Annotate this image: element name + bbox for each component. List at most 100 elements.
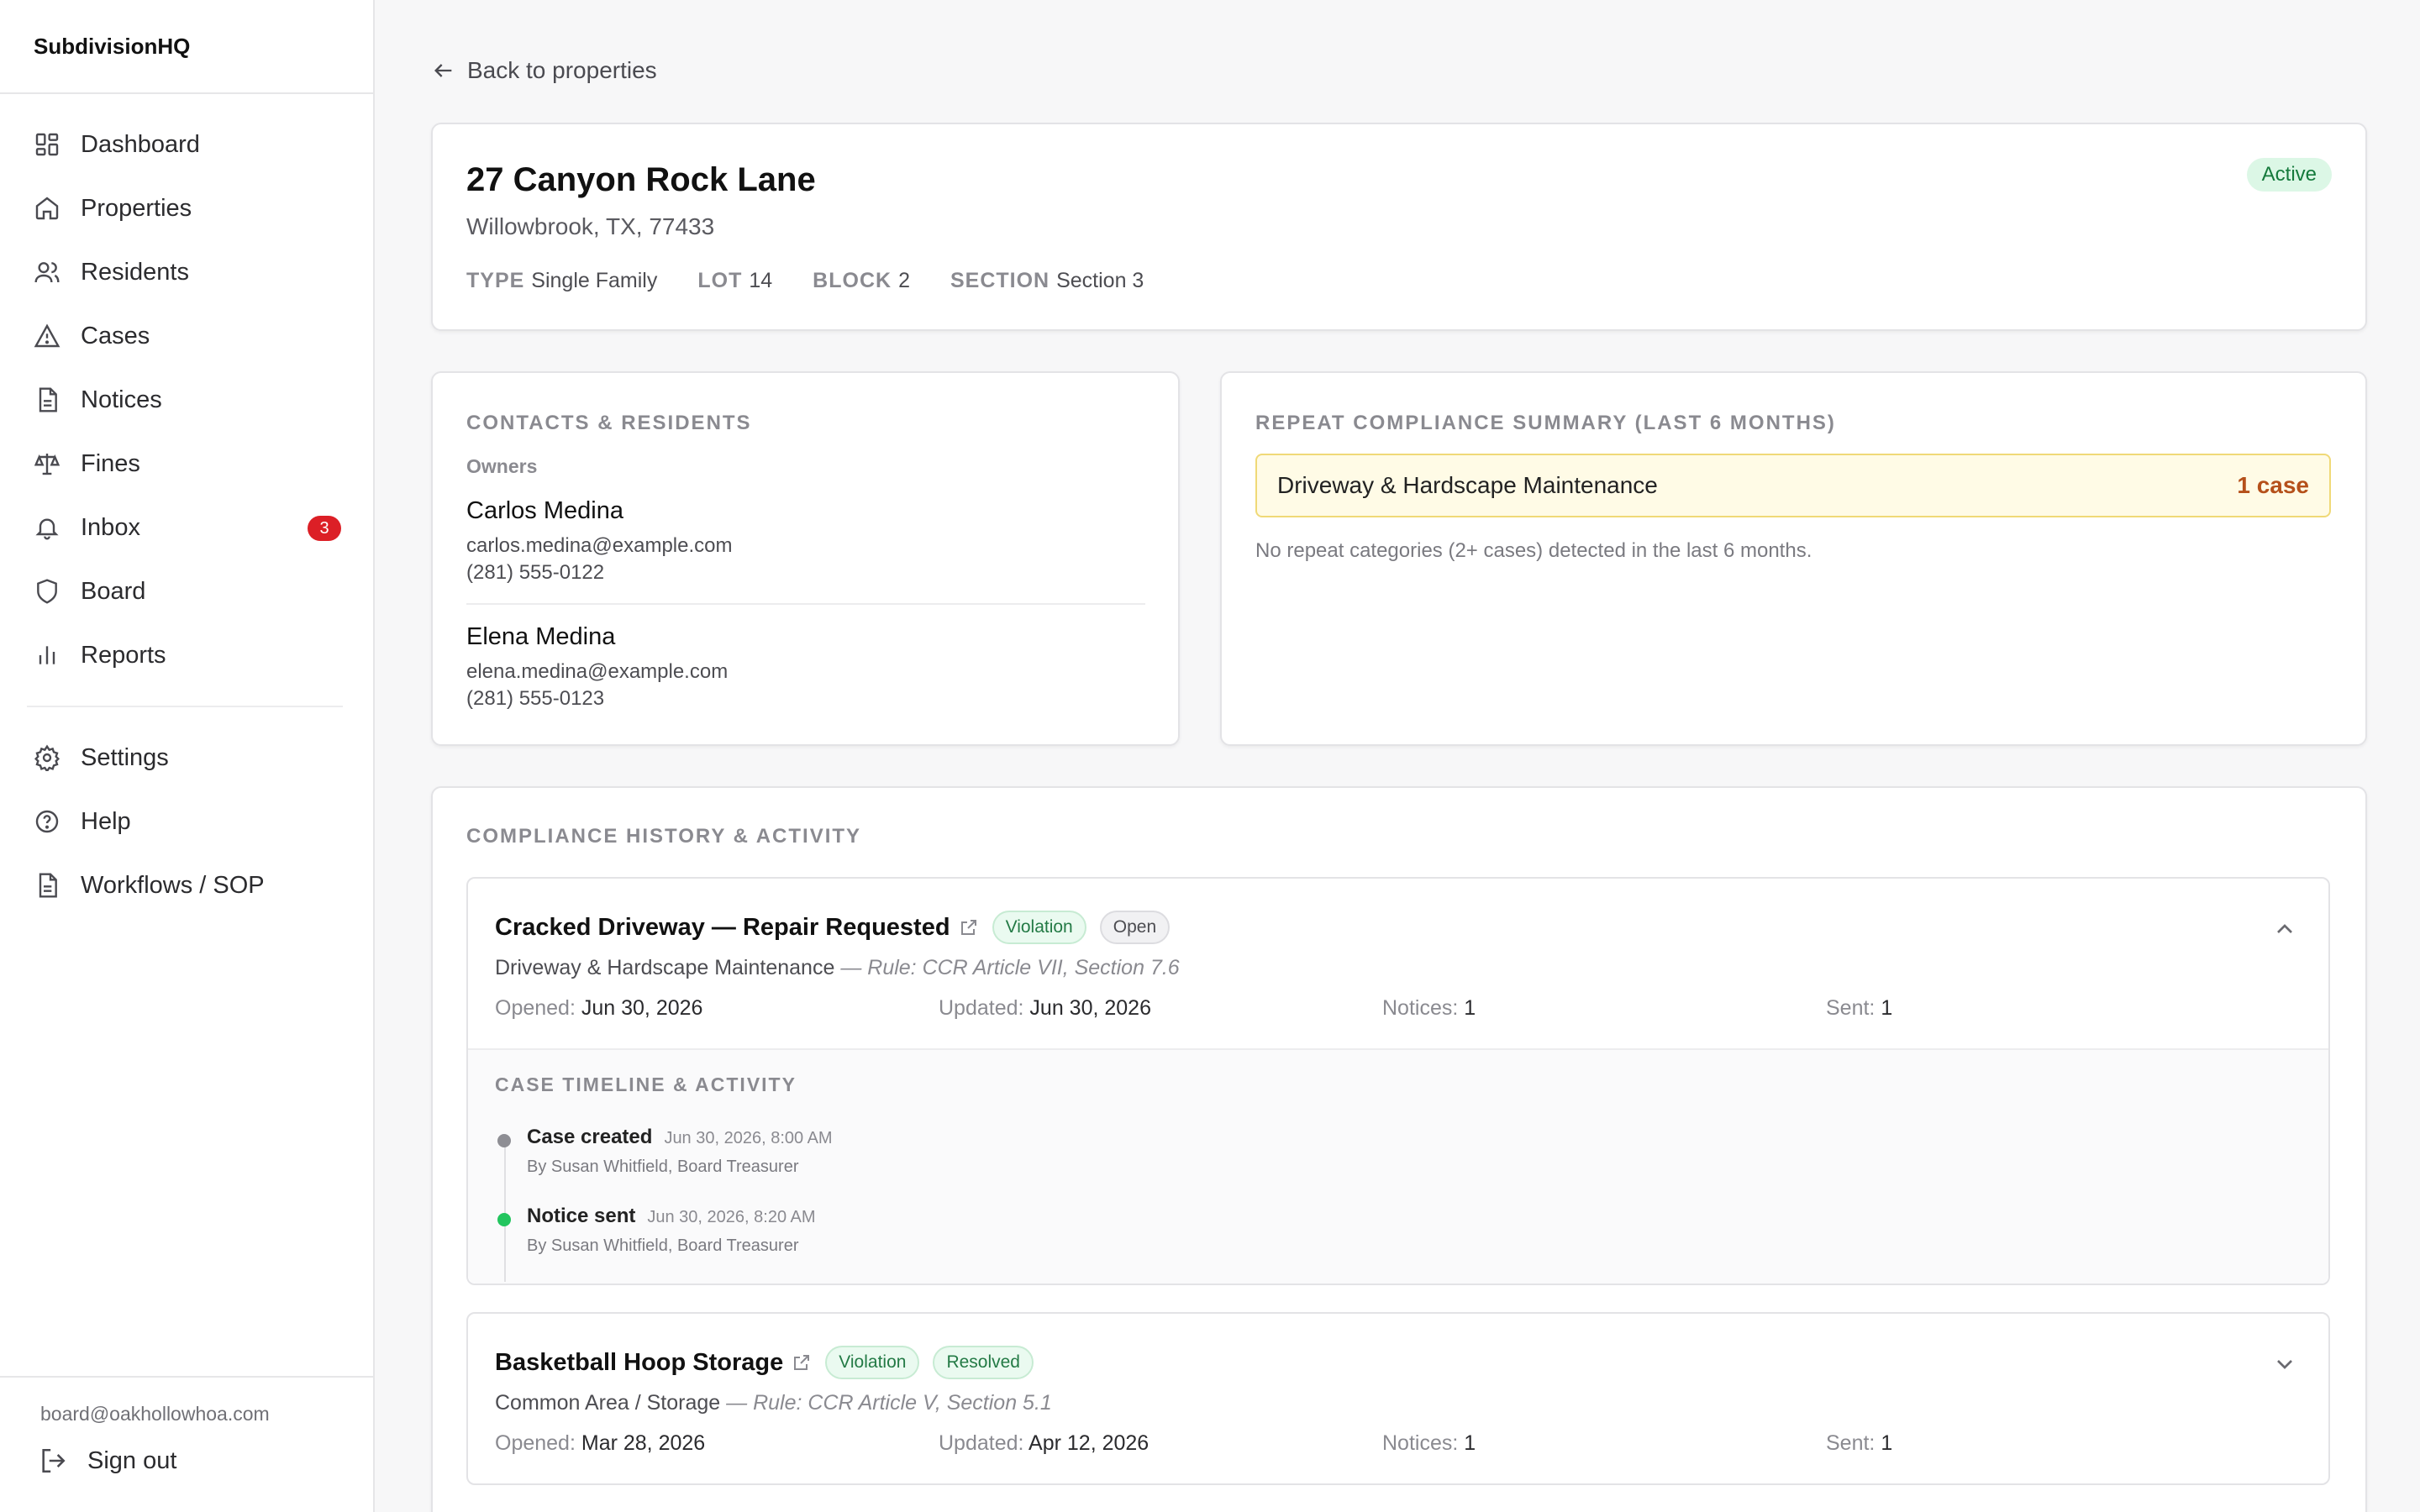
user-email: board@oakhollowhoa.com xyxy=(40,1403,270,1425)
sidebar-item-label: Dashboard xyxy=(81,130,200,158)
sign-out-button[interactable]: Sign out xyxy=(39,1446,176,1475)
external-link-icon[interactable] xyxy=(792,1352,812,1373)
case-title-row: Cracked Driveway — Repair Requested Viol… xyxy=(495,911,1171,944)
contact-email[interactable]: elena.medina@example.com xyxy=(466,659,1145,685)
sidebar-item-label: Help xyxy=(81,807,131,835)
back-label: Back to properties xyxy=(467,57,657,83)
case-stats: Opened: Mar 28, 2026 Updated: Apr 12, 20… xyxy=(495,1431,2302,1456)
case-rule: — Rule: CCR Article V, Section 5.1 xyxy=(726,1391,1052,1415)
bell-icon xyxy=(35,518,59,540)
contact-name: Elena Medina xyxy=(466,623,616,650)
timeline-event: Case created xyxy=(527,1126,653,1148)
repeat-compliance-card: REPEAT COMPLIANCE SUMMARY (LAST 6 MONTHS… xyxy=(1220,371,2367,746)
contacts-card: CONTACTS & RESIDENTS Owners Carlos Medin… xyxy=(431,371,1180,746)
property-address: Willowbrook, TX, 77433 xyxy=(466,213,715,239)
home-icon xyxy=(35,197,59,220)
case-card: Cracked Driveway — Repair Requested Viol… xyxy=(466,877,2330,1285)
case-title[interactable]: Cracked Driveway — Repair Requested xyxy=(495,914,950,942)
contact-phone[interactable]: (281) 555-0123 xyxy=(466,686,1145,711)
chevron-down-icon[interactable] xyxy=(2271,1351,2298,1378)
sidebar-item-label: Properties xyxy=(81,194,192,222)
contact-item: Carlos Medina carlos.medina@example.com … xyxy=(466,497,1145,585)
meta-lot: LOT 14 xyxy=(697,269,773,292)
nav-divider xyxy=(27,706,343,707)
property-header-card: 27 Canyon Rock Lane Willowbrook, TX, 774… xyxy=(431,123,2367,331)
help-icon xyxy=(35,810,59,833)
timeline-item: Case created Jun 30, 2026, 8:00 AM By Sus… xyxy=(497,1126,833,1177)
contact-item: Elena Medina elena.medina@example.com (2… xyxy=(466,623,1145,711)
contacts-heading: CONTACTS & RESIDENTS xyxy=(466,412,752,434)
case-title[interactable]: Basketball Hoop Storage xyxy=(495,1349,783,1377)
inbox-count-badge: 3 xyxy=(308,516,341,541)
case-category: Driveway & Hardscape Maintenance — Rule:… xyxy=(495,956,1180,979)
timeline-dot xyxy=(497,1134,511,1147)
scale-icon xyxy=(34,454,60,475)
timeline-line xyxy=(504,1141,506,1282)
property-meta: TYPE Single Family LOT 14 BLOCK 2 SECTION Se… xyxy=(466,269,1184,293)
status-tag: Open xyxy=(1099,911,1171,944)
sidebar-item-dashboard[interactable]: Dashboard xyxy=(0,113,373,176)
app-logo[interactable]: SubdivisionHQ xyxy=(0,0,373,94)
repeat-heading: REPEAT COMPLIANCE SUMMARY (LAST 6 MONTHS… xyxy=(1255,412,1836,434)
violation-tag: Violation xyxy=(825,1346,920,1379)
timeline-event: Notice sent xyxy=(527,1205,636,1227)
case-notices: Notices: 1 xyxy=(1382,1431,1476,1455)
timeline-time: Jun 30, 2026, 8:00 AM xyxy=(664,1129,833,1147)
meta-type: TYPE Single Family xyxy=(466,269,658,292)
owners-label: Owners xyxy=(466,455,538,477)
sidebar-item-label: Cases xyxy=(81,322,150,349)
case-updated: Updated: Jun 30, 2026 xyxy=(939,996,1151,1020)
sidebar-item-help[interactable]: Help xyxy=(0,790,373,853)
timeline-dot xyxy=(497,1213,511,1226)
timeline-time: Jun 30, 2026, 8:20 AM xyxy=(647,1208,816,1226)
contact-phone[interactable]: (281) 555-0122 xyxy=(466,560,1145,585)
sidebar-item-cases[interactable]: Cases xyxy=(0,304,373,368)
document-icon xyxy=(39,387,57,412)
meta-section: SECTION Section 3 xyxy=(950,269,1144,292)
timeline-item: Notice sent Jun 30, 2026, 8:20 AM By Susa… xyxy=(497,1205,816,1256)
back-to-properties-link[interactable]: Back to properties xyxy=(432,57,657,84)
timeline-author: By Susan Whitfield, Board Treasurer xyxy=(527,1236,799,1255)
sidebar-item-label: Notices xyxy=(81,386,162,413)
contact-email[interactable]: carlos.medina@example.com xyxy=(466,533,1145,559)
history-heading: COMPLIANCE HISTORY & ACTIVITY xyxy=(466,825,862,848)
sidebar-footer: board@oakhollowhoa.com Sign out xyxy=(0,1376,375,1512)
sidebar-item-label: Settings xyxy=(81,743,169,771)
chevron-up-icon[interactable] xyxy=(2271,916,2298,942)
sidebar-item-label: Board xyxy=(81,577,146,605)
sidebar-item-workflows[interactable]: Workflows / SOP xyxy=(0,853,373,917)
logout-icon xyxy=(42,1448,66,1473)
repeat-category-row: Driveway & Hardscape Maintenance 1 case xyxy=(1255,454,2331,517)
sidebar-item-reports[interactable]: Reports xyxy=(0,623,373,687)
case-card: Basketball Hoop Storage Violation Resolv… xyxy=(466,1312,2330,1485)
contact-divider xyxy=(466,603,1145,605)
timeline-author: By Susan Whitfield, Board Treasurer xyxy=(527,1158,799,1176)
users-icon xyxy=(34,262,60,283)
sidebar-item-label: Workflows / SOP xyxy=(81,871,265,899)
sidebar-item-inbox[interactable]: Inbox 3 xyxy=(0,496,373,559)
sidebar-item-settings[interactable]: Settings xyxy=(0,726,373,790)
sidebar-item-properties[interactable]: Properties xyxy=(0,176,373,240)
sidebar-item-label: Residents xyxy=(81,258,189,286)
sidebar-item-notices[interactable]: Notices xyxy=(0,368,373,432)
sidebar-item-label: Fines xyxy=(81,449,140,477)
case-notices: Notices: 1 xyxy=(1382,996,1476,1020)
case-title-row: Basketball Hoop Storage Violation Resolv… xyxy=(495,1346,1034,1379)
page-title: 27 Canyon Rock Lane xyxy=(466,161,816,198)
sidebar: SubdivisionHQ Dashboard Properties Resid… xyxy=(0,0,375,1512)
sidebar-item-board[interactable]: Board xyxy=(0,559,373,623)
repeat-category: Driveway & Hardscape Maintenance xyxy=(1277,472,1658,498)
external-link-icon[interactable] xyxy=(959,917,979,937)
sidebar-item-label: Inbox xyxy=(81,513,140,541)
sidebar-item-fines[interactable]: Fines xyxy=(0,432,373,496)
document-icon xyxy=(39,873,57,898)
case-rule: — Rule: CCR Article VII, Section 7.6 xyxy=(840,956,1180,979)
sidebar-item-residents[interactable]: Residents xyxy=(0,240,373,304)
case-updated: Updated: Apr 12, 2026 xyxy=(939,1431,1150,1455)
contact-name: Carlos Medina xyxy=(466,497,623,524)
status-tag: Resolved xyxy=(933,1346,1034,1379)
bar-chart-icon xyxy=(39,646,55,664)
case-category: Common Area / Storage — Rule: CCR Articl… xyxy=(495,1391,1052,1415)
warning-icon xyxy=(34,323,60,348)
sidebar-nav: Dashboard Properties Residents Cases Not… xyxy=(0,94,373,917)
